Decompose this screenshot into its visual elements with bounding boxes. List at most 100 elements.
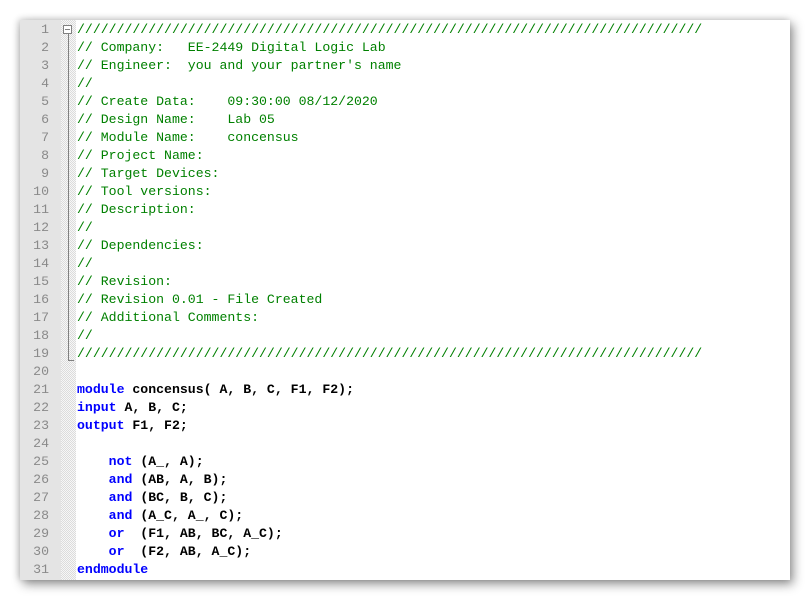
line-number: 4 (41, 76, 49, 91)
code-text: // Create Data: 09:30:00 08/12/2020 (77, 93, 378, 111)
code-text: // Project Name: (77, 147, 204, 165)
code-text: // (77, 327, 93, 345)
code-text: ////////////////////////////////////////… (77, 21, 702, 39)
code-text: module concensus( A, B, C, F1, F2); (77, 381, 354, 399)
code-line[interactable]: 28 and (A_C, A_, C); (20, 507, 790, 525)
keyword-text: module (77, 382, 125, 397)
code-line[interactable]: 6 // Design Name: Lab 05 (20, 111, 790, 129)
line-number: 27 (33, 490, 49, 505)
line-number: 13 (33, 238, 49, 253)
comment-text: // Module Name: concensus (77, 130, 299, 145)
comment-text: // Description: (77, 202, 196, 217)
line-number: 22 (33, 400, 49, 415)
code-line[interactable]: 14 // (20, 255, 790, 273)
code-text: // Revision 0.01 - File Created (77, 291, 322, 309)
line-number: 28 (33, 508, 49, 523)
code-line[interactable]: 31 endmodule (20, 561, 790, 579)
comment-text: // Design Name: Lab 05 (77, 112, 275, 127)
line-number: 30 (33, 544, 49, 559)
code-line[interactable]: 15 // Revision: (20, 273, 790, 291)
comment-text: // Additional Comments: (77, 310, 260, 325)
line-number: 23 (33, 418, 49, 433)
comment-text: // Engineer: you and your partner's name (77, 58, 402, 73)
comment-text: // (77, 256, 93, 271)
comment-text: // Create Data: 09:30:00 08/12/2020 (77, 94, 378, 109)
code-line[interactable]: 3 // Engineer: you and your partner's nam… (20, 57, 790, 75)
code-text: input A, B, C; (77, 399, 188, 417)
code-line[interactable]: 23 output F1, F2; (20, 417, 790, 435)
code-line[interactable]: 29 or (F1, AB, BC, A_C); (20, 525, 790, 543)
code-line[interactable]: 24 (20, 435, 790, 453)
code-text: or (F1, AB, BC, A_C); (77, 525, 283, 543)
line-number: 26 (33, 472, 49, 487)
code-text: ////////////////////////////////////////… (77, 345, 702, 363)
line-number: 9 (41, 166, 49, 181)
code-line[interactable]: 16 // Revision 0.01 - File Created (20, 291, 790, 309)
comment-text: // (77, 328, 93, 343)
code-line[interactable]: 20 (20, 363, 790, 381)
code-line[interactable]: 12 // (20, 219, 790, 237)
keyword-text: or (108, 544, 125, 559)
identifier-text: A, B, C; (116, 400, 188, 415)
comment-text: // Tool versions: (77, 184, 212, 199)
line-number: 2 (41, 40, 49, 55)
code-line[interactable]: 18 // (20, 327, 790, 345)
code-text: // Engineer: you and your partner's name (77, 57, 401, 75)
code-line[interactable]: 26 and (AB, A, B); (20, 471, 790, 489)
line-number: 11 (33, 202, 49, 217)
code-text: and (A_C, A_, C); (77, 507, 244, 525)
code-line[interactable]: 7 // Module Name: concensus (20, 129, 790, 147)
code-line[interactable]: 11 // Description: (20, 201, 790, 219)
code-text: or (F2, AB, A_C); (77, 543, 251, 561)
code-line[interactable]: 27 and (BC, B, C); (20, 489, 790, 507)
identifier-text: F1, F2; (124, 418, 188, 433)
line-number: 6 (41, 112, 49, 127)
code-line[interactable]: 5 // Create Data: 09:30:00 08/12/2020 (20, 93, 790, 111)
comment-text: // Company: EE-2449 Digital Logic Lab (77, 40, 386, 55)
line-number: 3 (41, 58, 49, 73)
code-line[interactable]: 22 input A, B, C; (20, 399, 790, 417)
code-text: // Dependencies: (77, 237, 204, 255)
code-text: endmodule (77, 561, 148, 579)
identifier-text: (AB, A, B); (132, 472, 228, 487)
comment-text: ////////////////////////////////////////… (77, 346, 703, 361)
line-number: 17 (33, 310, 49, 325)
code-text: // (77, 75, 93, 93)
line-number: 10 (33, 184, 49, 199)
line-number: 15 (33, 274, 49, 289)
line-number: 20 (33, 364, 49, 379)
identifier-text: (BC, B, C); (132, 490, 228, 505)
line-number: 12 (33, 220, 49, 235)
line-number: 21 (33, 382, 49, 397)
comment-text: // Target Devices: (77, 166, 220, 181)
comment-text: // Dependencies: (77, 238, 204, 253)
code-line[interactable]: 30 or (F2, AB, A_C); (20, 543, 790, 561)
code-text: // (77, 219, 93, 237)
code-line[interactable]: 4 // (20, 75, 790, 93)
line-number: 1 (41, 22, 49, 37)
line-number: 7 (41, 130, 49, 145)
comment-text: // (77, 220, 93, 235)
code-line[interactable]: 8 // Project Name: (20, 147, 790, 165)
code-line[interactable]: 13 // Dependencies: (20, 237, 790, 255)
code-text: // (77, 255, 93, 273)
line-number: 25 (33, 454, 49, 469)
code-line[interactable]: 17 // Additional Comments: (20, 309, 790, 327)
code-line[interactable]: 9 // Target Devices: (20, 165, 790, 183)
keyword-text: not (108, 454, 133, 469)
keyword-text: and (108, 508, 133, 523)
code-text: // Company: EE-2449 Digital Logic Lab (77, 39, 386, 57)
code-line[interactable]: 2 // Company: EE-2449 Digital Logic Lab (20, 39, 790, 57)
code-text: // Tool versions: (77, 183, 212, 201)
code-line[interactable]: 25 not (A_, A); (20, 453, 790, 471)
comment-text: // Revision 0.01 - File Created (77, 292, 323, 307)
comment-text: // Project Name: (77, 148, 204, 163)
line-number: 5 (41, 94, 49, 109)
code-line[interactable]: 10 // Tool versions: (20, 183, 790, 201)
code-line[interactable]: 21 module concensus( A, B, C, F1, F2); (20, 381, 790, 399)
line-number: 18 (33, 328, 49, 343)
code-line[interactable]: 19 //////////////////////////////////////… (20, 345, 790, 363)
identifier-text: concensus( A, B, C, F1, F2); (124, 382, 354, 397)
line-number: 8 (41, 148, 49, 163)
code-line[interactable]: 1 ///////////////////////////////////////… (20, 21, 790, 39)
